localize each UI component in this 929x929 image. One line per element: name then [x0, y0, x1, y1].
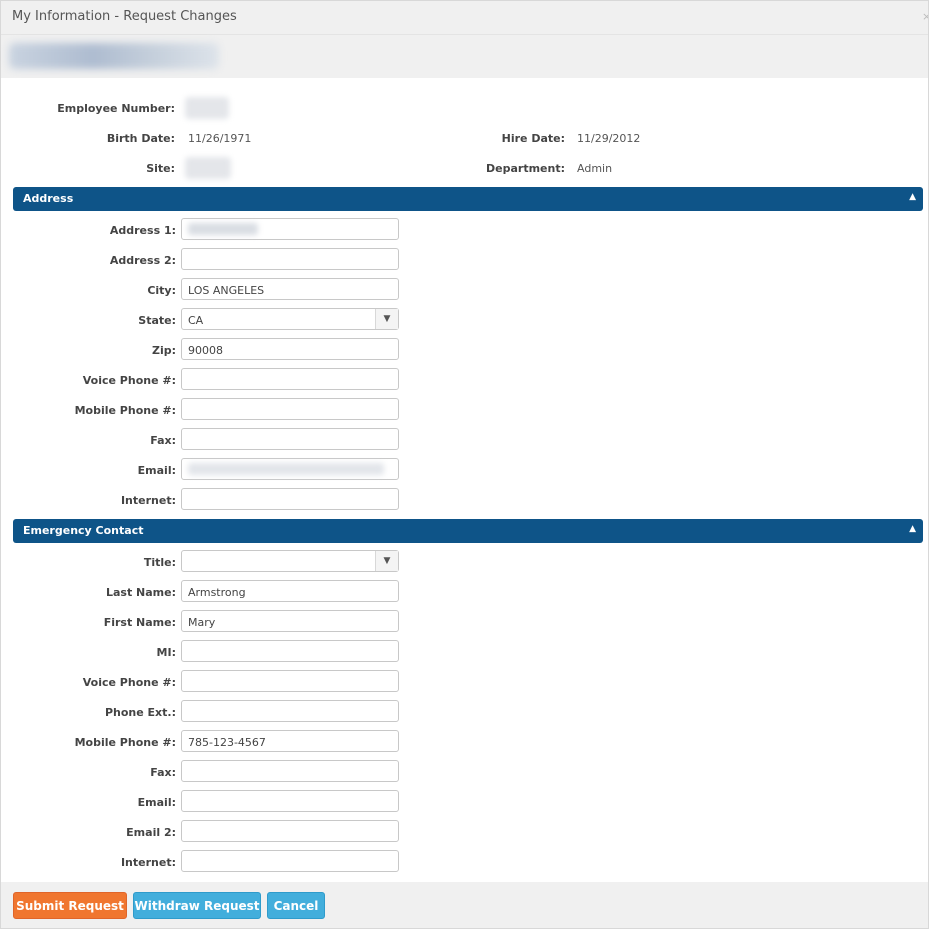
- collapse-caret-icon[interactable]: ▲: [909, 524, 916, 534]
- employee-name-redacted: [9, 43, 219, 69]
- address1-label: Address 1:: [109, 224, 176, 237]
- ec-email2-field[interactable]: [181, 820, 399, 842]
- department-label: Department:: [486, 162, 565, 175]
- ec-last-name-value: Armstrong: [188, 586, 246, 599]
- birth-date-value: 11/26/1971: [188, 132, 252, 145]
- state-value: CA: [188, 314, 204, 327]
- ec-voice-phone-label: Voice Phone #:: [82, 676, 176, 689]
- zip-value: 90008: [188, 344, 223, 357]
- dialog-titlebar: My Information - Request Changes ×: [1, 1, 928, 35]
- emergency-section-header[interactable]: Emergency Contact ▲: [13, 519, 923, 543]
- email-redacted: [188, 463, 384, 475]
- fax-field[interactable]: [181, 428, 399, 450]
- employee-name-bar: [1, 35, 928, 78]
- employee-number-label: Employee Number:: [57, 102, 175, 115]
- dropdown-arrow-icon[interactable]: ▼: [375, 309, 398, 329]
- voice-phone-field[interactable]: [181, 368, 399, 390]
- cancel-button[interactable]: Cancel: [267, 892, 325, 919]
- city-field[interactable]: LOS ANGELES: [181, 278, 399, 300]
- city-value: LOS ANGELES: [188, 284, 265, 297]
- voice-phone-label: Voice Phone #:: [82, 374, 176, 387]
- ec-fax-field[interactable]: [181, 760, 399, 782]
- internet-field[interactable]: [181, 488, 399, 510]
- site-label: Site:: [146, 162, 175, 175]
- email-label: Email:: [137, 464, 176, 477]
- ec-last-name-field[interactable]: Armstrong: [181, 580, 399, 602]
- ec-first-name-field[interactable]: Mary: [181, 610, 399, 632]
- ec-first-name-value: Mary: [188, 616, 216, 629]
- state-label: State:: [138, 314, 176, 327]
- ec-phone-ext-field[interactable]: [181, 700, 399, 722]
- ec-voice-phone-field[interactable]: [181, 670, 399, 692]
- department-value: Admin: [577, 162, 613, 175]
- ec-internet-label: Internet:: [120, 856, 176, 869]
- address-section-title: Address: [23, 192, 74, 205]
- ec-mobile-phone-label: Mobile Phone #:: [74, 736, 176, 749]
- state-select[interactable]: CA ▼: [181, 308, 399, 330]
- address2-label: Address 2:: [109, 254, 176, 267]
- address1-redacted: [188, 223, 258, 235]
- birth-date-label: Birth Date:: [106, 132, 175, 145]
- collapse-caret-icon[interactable]: ▲: [909, 192, 916, 202]
- ec-last-name-label: Last Name:: [105, 586, 176, 599]
- address1-field[interactable]: [181, 218, 399, 240]
- ec-email-label: Email:: [137, 796, 176, 809]
- ec-email-field[interactable]: [181, 790, 399, 812]
- mobile-phone-label: Mobile Phone #:: [74, 404, 176, 417]
- site-redacted: [185, 157, 231, 179]
- email-field[interactable]: [181, 458, 399, 480]
- ec-phone-ext-label: Phone Ext.:: [104, 706, 176, 719]
- mobile-phone-field[interactable]: [181, 398, 399, 420]
- dialog-footer: Submit Request Withdraw Request Cancel: [1, 882, 928, 928]
- zip-label: Zip:: [151, 344, 176, 357]
- submit-request-button[interactable]: Submit Request: [13, 892, 127, 919]
- ec-mi-label: MI:: [156, 646, 176, 659]
- ec-mobile-phone-value: 785-123-4567: [188, 736, 266, 749]
- withdraw-request-button[interactable]: Withdraw Request: [133, 892, 261, 919]
- hire-date-label: Hire Date:: [501, 132, 565, 145]
- employee-number-redacted: [185, 97, 229, 119]
- emergency-section-title: Emergency Contact: [23, 524, 144, 537]
- address2-field[interactable]: [181, 248, 399, 270]
- address-section-header[interactable]: Address ▲: [13, 187, 923, 211]
- ec-first-name-label: First Name:: [103, 616, 176, 629]
- zip-field[interactable]: 90008: [181, 338, 399, 360]
- dialog-title: My Information - Request Changes: [12, 9, 237, 24]
- hire-date-value: 11/29/2012: [577, 132, 641, 145]
- ec-title-label: Title:: [143, 556, 176, 569]
- dropdown-arrow-icon[interactable]: ▼: [375, 551, 398, 571]
- internet-label: Internet:: [120, 494, 176, 507]
- ec-mobile-phone-field[interactable]: 785-123-4567: [181, 730, 399, 752]
- ec-email2-label: Email 2:: [126, 826, 176, 839]
- fax-label: Fax:: [150, 434, 176, 447]
- ec-fax-label: Fax:: [150, 766, 176, 779]
- city-label: City:: [147, 284, 176, 297]
- close-icon[interactable]: ×: [922, 10, 928, 22]
- ec-internet-field[interactable]: [181, 850, 399, 872]
- ec-mi-field[interactable]: [181, 640, 399, 662]
- ec-title-select[interactable]: ▼: [181, 550, 399, 572]
- request-changes-dialog: My Information - Request Changes × Emplo…: [0, 0, 929, 929]
